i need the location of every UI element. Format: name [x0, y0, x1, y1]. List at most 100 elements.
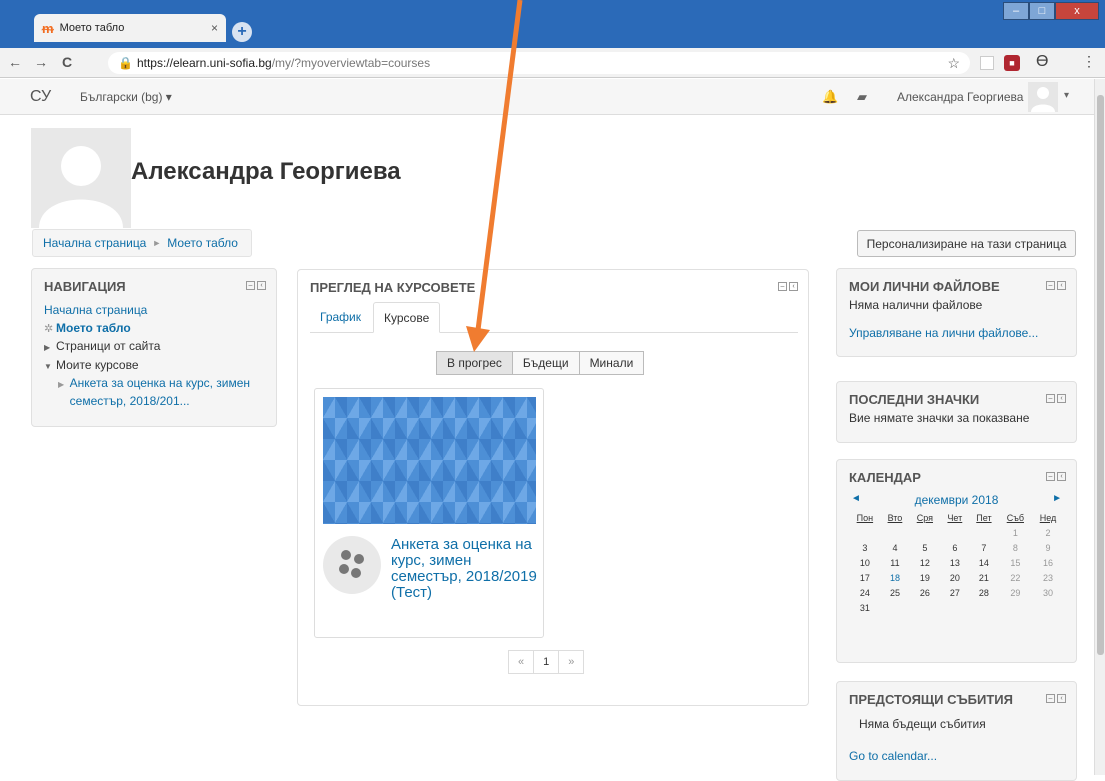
- collapse-icon[interactable]: –: [246, 281, 255, 290]
- calendar-day[interactable]: 18: [881, 570, 909, 585]
- calendar-day[interactable]: 26: [909, 585, 940, 600]
- collapse-icon[interactable]: –: [1046, 394, 1055, 403]
- nav-item-home[interactable]: Начална страница: [44, 302, 147, 320]
- calendar-day[interactable]: 20: [941, 570, 970, 585]
- calendar-day[interactable]: 25: [881, 585, 909, 600]
- nav-item-dashboard[interactable]: Моето табло: [56, 320, 131, 338]
- collapse-icon[interactable]: –: [1046, 694, 1055, 703]
- scrollbar-thumb[interactable]: [1097, 95, 1104, 655]
- maximize-button[interactable]: □: [1029, 2, 1055, 20]
- course-title-link[interactable]: Анкета за оценка на курс, зимен семестър…: [391, 537, 539, 601]
- calendar-day[interactable]: 8: [999, 540, 1032, 555]
- calendar-next-icon[interactable]: ►: [1052, 493, 1062, 507]
- course-card[interactable]: Анкета за оценка на курс, зимен семестър…: [314, 388, 544, 638]
- manage-files-link[interactable]: Управляване на лични файлове...: [849, 326, 1064, 340]
- calendar-day[interactable]: 22: [999, 570, 1032, 585]
- nav-item-course[interactable]: Анкета за оценка на курс, зимен семестър…: [70, 375, 264, 410]
- calendar-day[interactable]: 31: [849, 600, 881, 615]
- calendar-day[interactable]: 5: [909, 540, 940, 555]
- calendar-day[interactable]: 7: [969, 540, 999, 555]
- new-tab-button[interactable]: +: [232, 22, 252, 42]
- url-field[interactable]: 🔒 https://elearn.uni-sofia.bg/my/?myoverv…: [108, 52, 970, 74]
- calendar-day[interactable]: 11: [881, 555, 909, 570]
- calendar-day[interactable]: 16: [1032, 555, 1064, 570]
- messages-icon[interactable]: ▰: [857, 89, 867, 105]
- block-controls: – ‹: [1046, 394, 1066, 403]
- calendar-day[interactable]: 28: [969, 585, 999, 600]
- browser-menu-icon[interactable]: ⋮: [1082, 53, 1096, 70]
- user-avatar[interactable]: [1028, 82, 1058, 112]
- collapse-icon[interactable]: –: [778, 282, 787, 291]
- dock-icon[interactable]: ‹: [789, 282, 798, 291]
- expand-arrow-icon[interactable]: ▶: [44, 339, 56, 357]
- nav-item-site-pages[interactable]: Страници от сайта: [56, 338, 160, 356]
- extension-badge-icon[interactable]: ■: [1004, 55, 1020, 71]
- reload-button[interactable]: C: [62, 54, 72, 70]
- calendar-day[interactable]: 29: [999, 585, 1032, 600]
- go-to-calendar-link[interactable]: Go to calendar...: [849, 749, 1064, 763]
- overview-tabs: График Курсове: [310, 302, 798, 333]
- dock-icon[interactable]: ‹: [257, 281, 266, 290]
- calendar-day[interactable]: 1: [999, 525, 1032, 540]
- calendar-day[interactable]: 23: [1032, 570, 1064, 585]
- expand-arrow-icon[interactable]: ▶: [58, 376, 70, 394]
- breadcrumb-dashboard[interactable]: Моето табло: [167, 236, 238, 250]
- user-menu-name[interactable]: Александра Георгиева: [897, 90, 1023, 104]
- nav-item-my-courses[interactable]: Моите курсове: [56, 357, 139, 375]
- dock-icon[interactable]: ‹: [1057, 394, 1066, 403]
- calendar-day[interactable]: 6: [941, 540, 970, 555]
- page-scrollbar[interactable]: [1094, 79, 1105, 775]
- calendar-day[interactable]: 2: [1032, 525, 1064, 540]
- calendar-day[interactable]: 30: [1032, 585, 1064, 600]
- filter-in-progress-button[interactable]: В прогрес: [436, 351, 513, 375]
- browser-titlebar: ᵯ Моето табло × + – □ x: [0, 0, 1105, 48]
- language-menu[interactable]: Български (bg) ▾: [80, 90, 172, 104]
- pagination-next-button[interactable]: »: [558, 650, 585, 674]
- pagination-page-button[interactable]: 1: [533, 650, 560, 674]
- collapse-icon[interactable]: –: [1046, 472, 1055, 481]
- collapse-arrow-icon[interactable]: ▼: [44, 358, 56, 376]
- extension-icon[interactable]: [980, 56, 994, 70]
- forward-button[interactable]: →: [34, 54, 48, 70]
- calendar-day[interactable]: 14: [969, 555, 999, 570]
- user-menu-caret-icon[interactable]: ▾: [1064, 90, 1069, 101]
- site-brand[interactable]: СУ: [30, 88, 51, 106]
- browser-tab[interactable]: ᵯ Моето табло ×: [34, 14, 226, 42]
- dock-icon[interactable]: ‹: [1057, 281, 1066, 290]
- bookmark-star-icon[interactable]: ☆: [947, 52, 960, 74]
- calendar-day[interactable]: 4: [881, 540, 909, 555]
- tab-courses[interactable]: Курсове: [373, 302, 441, 333]
- customize-page-button[interactable]: Персонализиране на тази страница: [857, 230, 1076, 257]
- back-button[interactable]: ←: [8, 54, 22, 70]
- calendar-day[interactable]: 17: [849, 570, 881, 585]
- dock-icon[interactable]: ‹: [1057, 472, 1066, 481]
- calendar-day[interactable]: 9: [1032, 540, 1064, 555]
- tab-close-button[interactable]: ×: [211, 21, 218, 35]
- calendar-day[interactable]: 10: [849, 555, 881, 570]
- pagination-prev-button[interactable]: «: [508, 650, 535, 674]
- breadcrumb-home[interactable]: Начална страница: [43, 236, 146, 250]
- dock-icon[interactable]: ‹: [1057, 694, 1066, 703]
- calendar-prev-icon[interactable]: ◄: [851, 493, 861, 507]
- tab-schedule[interactable]: График: [310, 302, 371, 333]
- calendar-day[interactable]: 12: [909, 555, 940, 570]
- collapse-icon[interactable]: –: [1046, 281, 1055, 290]
- block-controls: – ‹: [1046, 694, 1066, 703]
- calendar-day[interactable]: 24: [849, 585, 881, 600]
- close-window-button[interactable]: x: [1055, 2, 1099, 20]
- calendar-day[interactable]: 27: [941, 585, 970, 600]
- account-icon[interactable]: ϴ: [1036, 53, 1048, 71]
- minimize-button[interactable]: –: [1003, 2, 1029, 20]
- calendar-day[interactable]: 13: [941, 555, 970, 570]
- course-image[interactable]: [323, 397, 536, 524]
- calendar-day[interactable]: 21: [969, 570, 999, 585]
- calendar-day[interactable]: 15: [999, 555, 1032, 570]
- filter-past-button[interactable]: Минали: [578, 351, 645, 375]
- pagination: « 1 »: [508, 650, 585, 674]
- calendar-month[interactable]: декември 2018: [915, 493, 999, 507]
- block-controls: – ‹: [246, 281, 266, 290]
- notifications-bell-icon[interactable]: 🔔: [822, 89, 838, 105]
- calendar-day[interactable]: 3: [849, 540, 881, 555]
- calendar-day[interactable]: 19: [909, 570, 940, 585]
- filter-future-button[interactable]: Бъдещи: [511, 351, 580, 375]
